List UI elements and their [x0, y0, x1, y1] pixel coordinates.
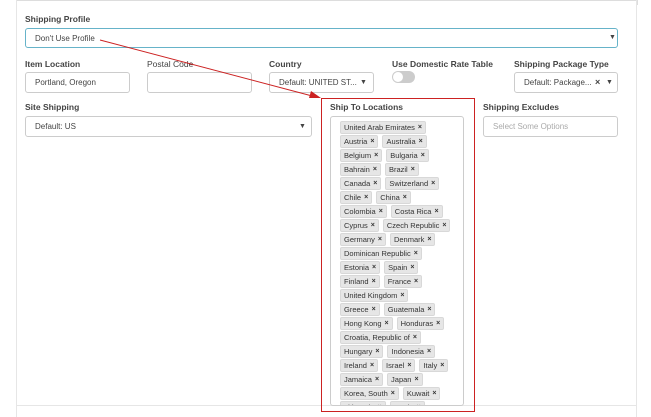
arrow-line	[99, 39, 317, 98]
arrow-head	[309, 91, 321, 98]
annotation-arrow	[99, 39, 321, 98]
